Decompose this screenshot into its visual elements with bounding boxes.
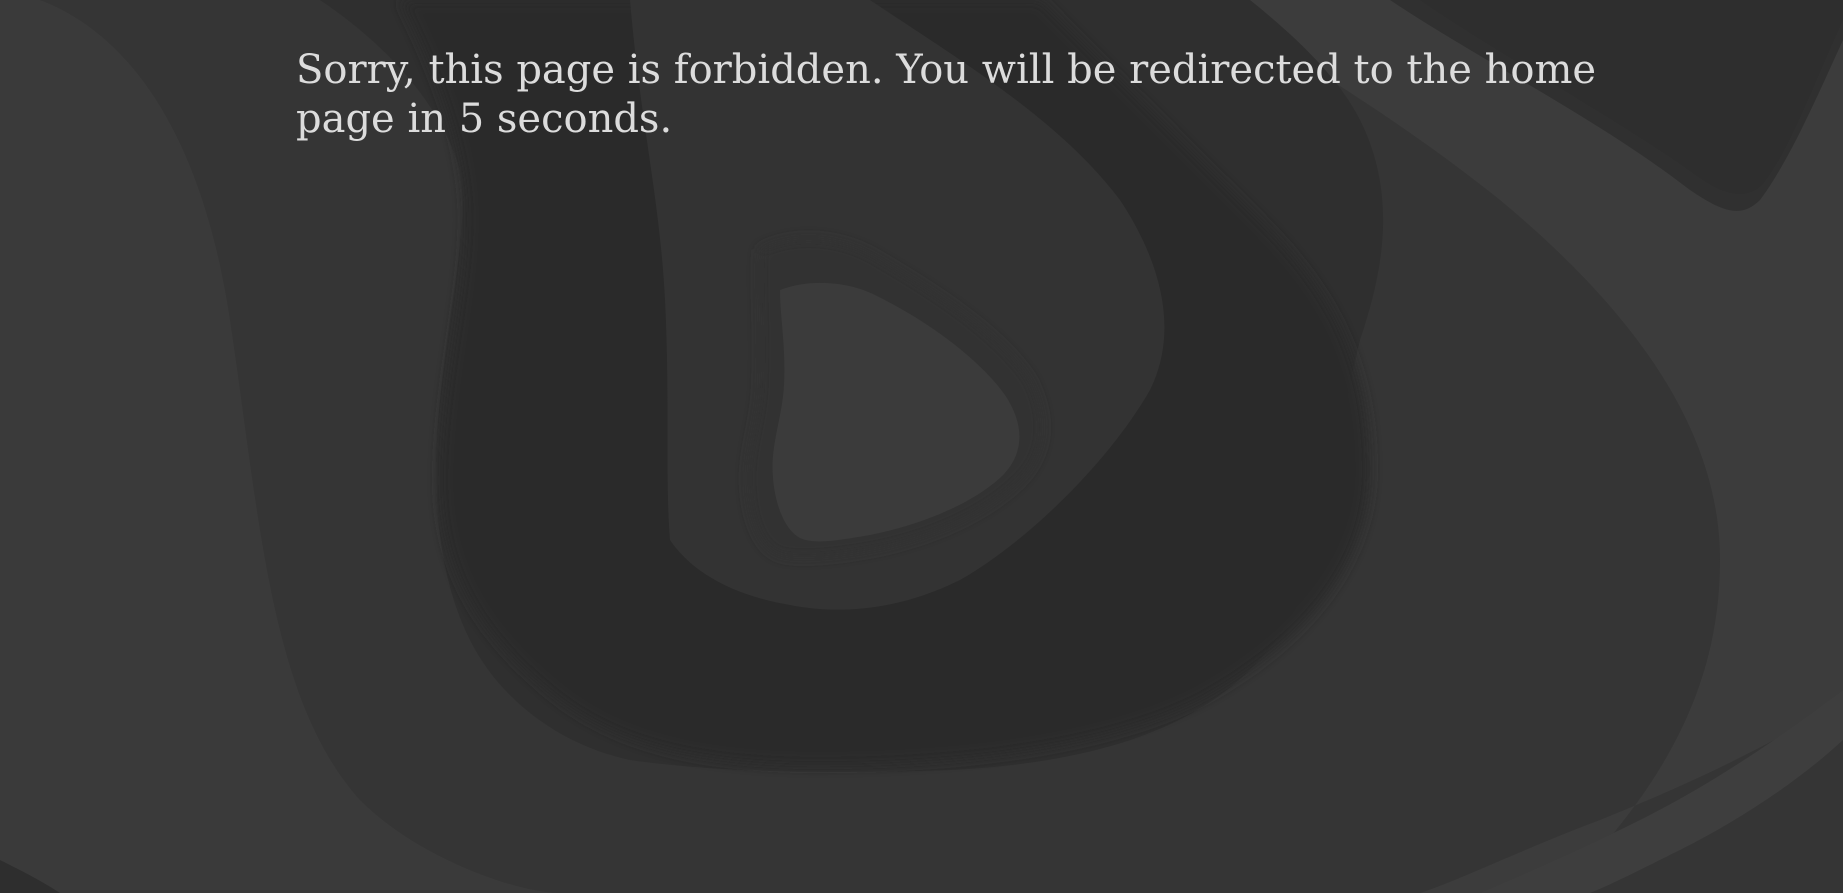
forbidden-page: Sorry, this page is forbidden. You will … — [0, 0, 1843, 893]
forbidden-message: Sorry, this page is forbidden. You will … — [296, 47, 1597, 142]
